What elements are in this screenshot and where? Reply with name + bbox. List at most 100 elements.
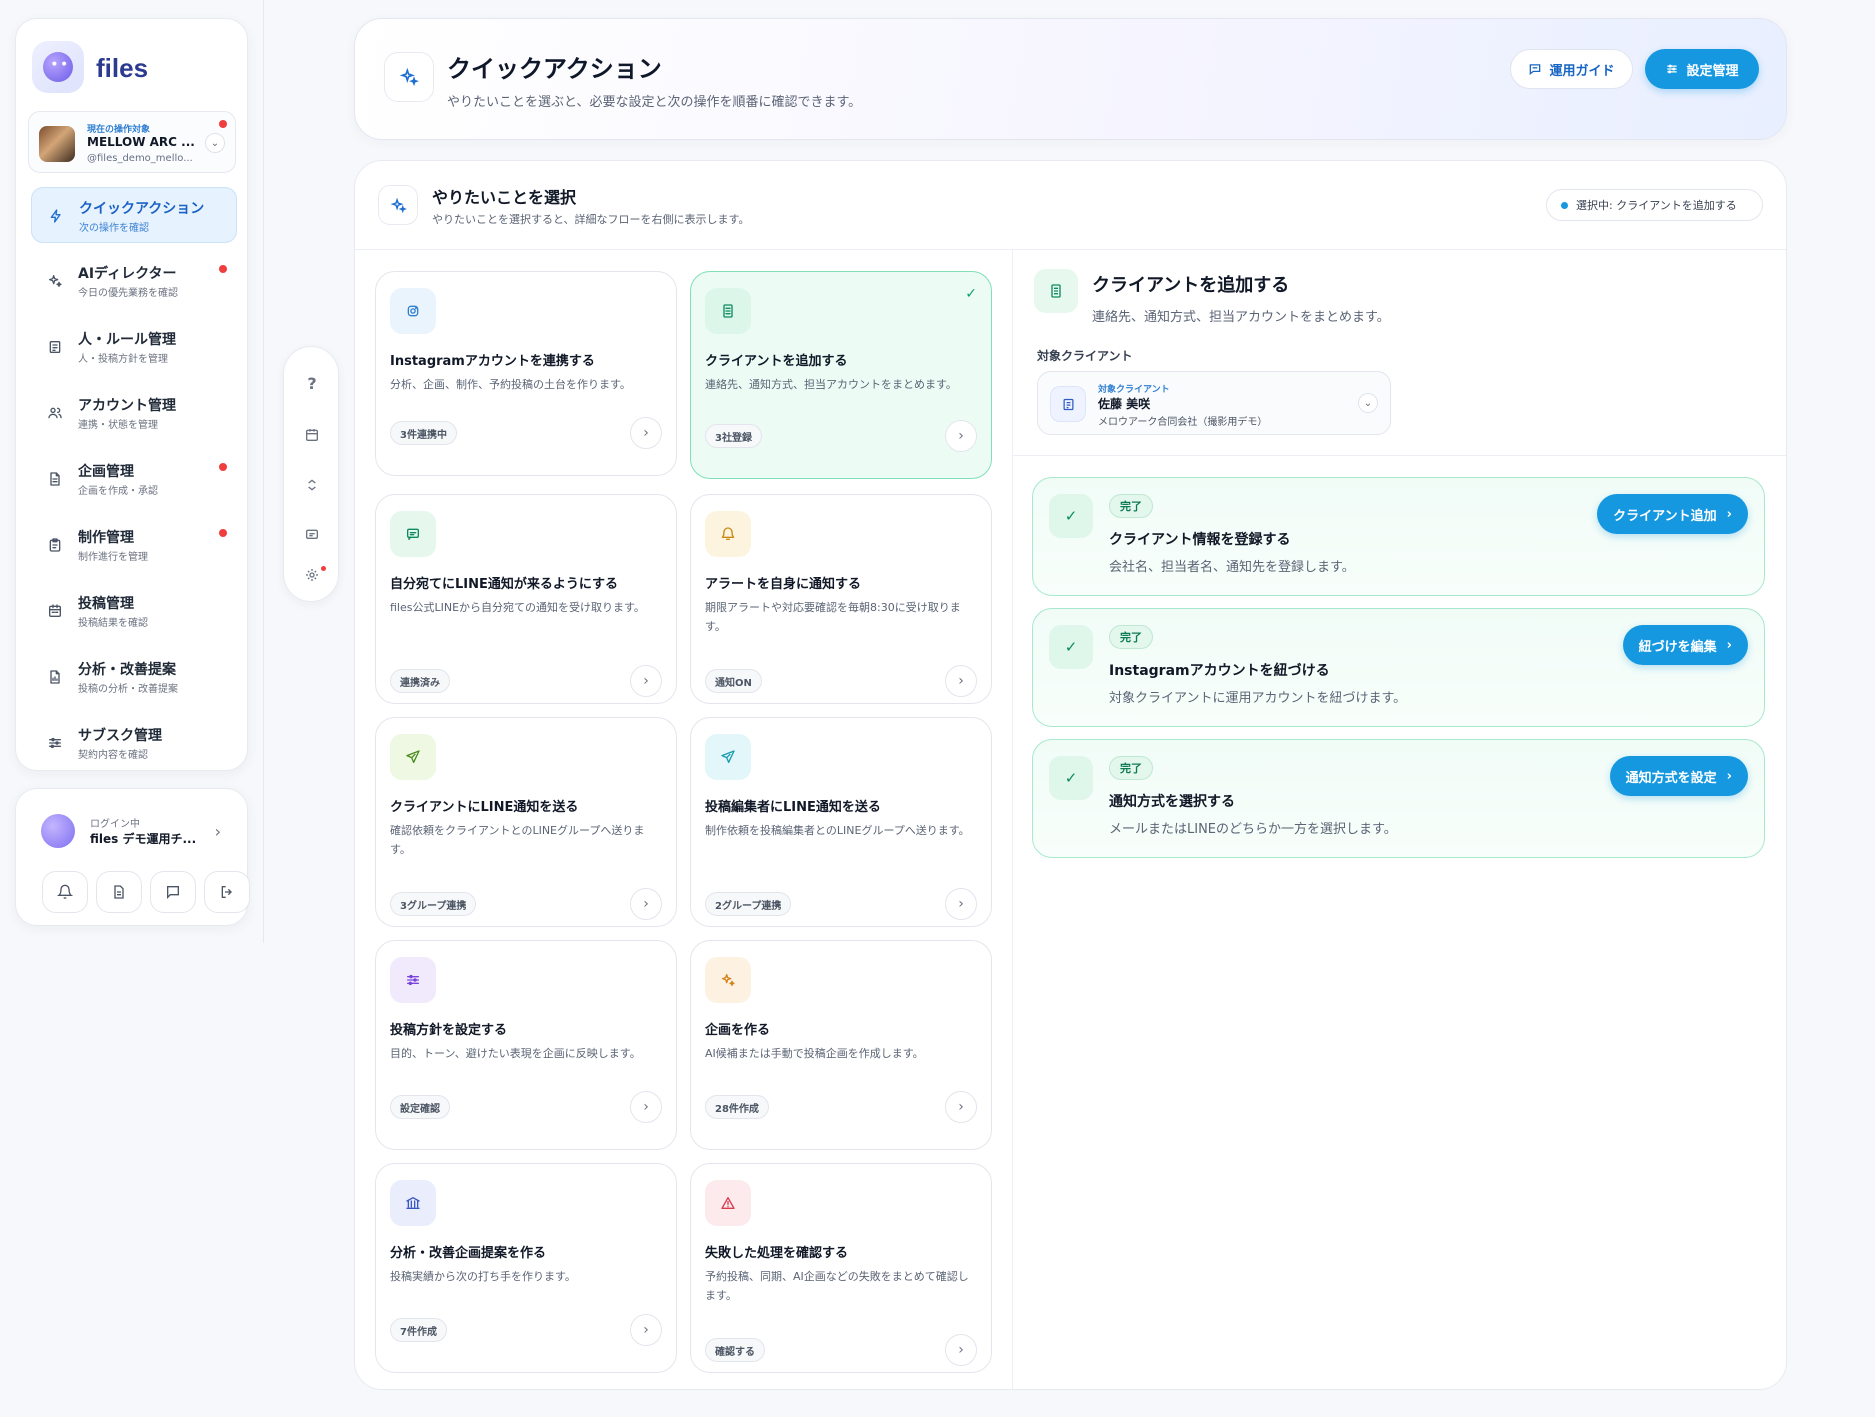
status-badge: 3グループ連携 [390,892,477,916]
chevron-right-icon[interactable]: › [630,665,662,697]
status-badge: 完了 [1109,494,1153,518]
target-client-select[interactable]: 対象クライアント 佐藤 美咲 メロウアーク合同会社（撮影用デモ） ⌄ [1037,371,1391,435]
sidebar-item-7[interactable]: 投稿管理 投稿結果を確認 [31,583,237,639]
sliders-icon [1667,64,1678,74]
sidebar-item-label: サブスク管理 [78,728,162,744]
action-card-title: 失敗した処理を確認する [705,1246,849,1261]
action-card[interactable]: 失敗した処理を確認する 予約投稿、同期、AI企画などの失敗をまとめて確認します。… [690,1163,992,1373]
action-card[interactable]: 投稿方針を設定する 目的、トーン、避けたい表現を企画に反映します。 設定確認 › [375,940,677,1150]
guide-button-label: 運用ガイド [1549,63,1615,79]
alert-dot [219,265,227,273]
chevron-right-icon[interactable]: › [945,420,977,452]
chat-button[interactable] [150,871,196,913]
action-card[interactable]: 分析・改善企画提案を作る 投稿実績から次の打ち手を作ります。 7件作成 › [375,1163,677,1373]
chevron-right-icon[interactable]: › [945,1334,977,1366]
chevron-down-icon[interactable]: ⌄ [205,133,225,153]
bank-icon [390,1180,436,1226]
report-icon [45,667,65,687]
step-action-button[interactable]: 紐づけを編集 › [1622,625,1748,665]
step-title: Instagramアカウントを紐づける [1109,663,1330,679]
chevron-right-icon[interactable]: › [630,888,662,920]
bell-icon [57,884,73,899]
check-icon: ✓ [965,286,977,302]
sidebar-divider [263,0,264,943]
settings-button-label: 設定管理 [1686,63,1739,79]
sidebar-item-label: AIディレクター [78,266,177,282]
client-handle: @files_demo_mello... [87,153,193,164]
status-badge: 完了 [1109,625,1153,649]
client-name: MELLOW ARC ... [87,135,195,149]
settings-button[interactable]: 設定管理 [1645,49,1759,89]
sidebar-item-3[interactable]: 人・ルール管理 人・投稿方針を管理 [31,319,237,375]
action-card-desc: 予約投稿、同期、AI企画などの失敗をまとめて確認します。 [705,1270,969,1302]
action-card-title: 分析・改善企画提案を作る [390,1246,547,1261]
status-badge: 設定確認 [390,1095,450,1119]
sidebar-item-label: クイックアクション [79,201,205,217]
action-card-title: アラートを自身に通知する [705,577,862,592]
user-avatar [41,814,75,848]
chevron-right-icon[interactable]: › [630,417,662,449]
action-card[interactable]: ✓ クライアントを追加する 連絡先、通知方式、担当アカウントをまとめます。 3社… [690,271,992,479]
guide-button[interactable]: 運用ガイド [1510,49,1633,89]
logout-icon [221,886,232,898]
sliders-icon [45,733,65,753]
message-icon[interactable] [300,523,324,547]
document-icon [114,885,124,899]
action-card-title: 企画を作る [705,1023,771,1038]
sidebar-item-1[interactable]: クイックアクション 次の操作を確認 [31,187,237,243]
sidebar-item-label: 制作管理 [78,530,134,546]
help-icon[interactable]: ? [300,371,324,395]
sidebar-item-sublabel: 次の操作を確認 [79,223,149,234]
action-card-title: 投稿編集者にLINE通知を送る [705,800,881,815]
divider [1013,455,1786,456]
action-card[interactable]: 投稿編集者にLINE通知を送る 制作依頼を投稿編集者とのLINEグループへ送りま… [690,717,992,927]
document-button[interactable] [96,871,142,913]
action-card-title: クライアントを追加する [705,354,848,369]
section-subtitle: やりたいことを選択すると、詳細なフローを右側に表示します。 [432,213,750,226]
notification-button[interactable] [42,871,88,913]
action-card[interactable]: クライアントにLINE通知を送る 確認依頼をクライアントとのLINEグループへ送… [375,717,677,927]
sidebar-item-sublabel: 企画を作成・承認 [78,486,158,497]
action-card[interactable]: アラートを自身に通知する 期限アラートや対応要確認を毎朝8:30に受け取ります。… [690,494,992,704]
sparkle-icon [705,957,751,1003]
action-card[interactable]: Instagramアカウントを連携する 分析、企画、制作、予約投稿の土台を作りま… [375,271,677,476]
sidebar-item-sublabel: 人・投稿方針を管理 [78,354,168,365]
target-client-company: メロウアーク合同会社（撮影用デモ） [1098,417,1268,428]
login-user-name[interactable]: files デモ運用チ... [90,830,196,847]
sidebar-item-8[interactable]: 分析・改善提案 投稿の分析・改善提案 [31,649,237,705]
chevron-right-icon[interactable]: › [630,1314,662,1346]
check-icon: ✓ [1049,625,1093,669]
chevron-down-icon[interactable]: ⌄ [1358,393,1378,413]
sidebar-item-9[interactable]: サブスク管理 契約内容を確認 [31,715,237,771]
sidebar-item-sublabel: 制作進行を管理 [78,552,148,563]
check-icon: ✓ [1049,494,1093,538]
action-card-desc: 制作依頼を投稿編集者とのLINEグループへ送ります。 [705,824,970,837]
building-icon [1034,269,1078,313]
chevron-right-icon[interactable]: › [630,1091,662,1123]
chevron-right-icon[interactable]: › [945,665,977,697]
step-action-button[interactable]: クライアント追加 › [1597,494,1748,534]
action-card-title: 自分宛てにLINE通知が来るようにする [390,577,619,592]
chevron-right-icon[interactable]: › [945,1091,977,1123]
step-action-button[interactable]: 通知方式を設定 › [1609,756,1748,796]
sidebar: files 現在の操作対象 MELLOW ARC ... @files_demo… [15,18,248,771]
collapse-icon[interactable] [300,473,324,497]
action-card[interactable]: 企画を作る AI候補または手動で投稿企画を作成します。 28件作成 › [690,940,992,1150]
file-icon [45,469,65,489]
action-card[interactable]: 自分宛てにLINE通知が来るようにする files公式LINEから自分宛ての通知… [375,494,677,704]
sidebar-item-2[interactable]: AIディレクター 今日の優先業務を確認 [31,253,237,309]
step-desc: 対象クライアントに運用アカウントを紐づけます。 [1109,691,1407,706]
chevron-right-icon[interactable]: › [215,822,221,841]
chat-icon [1530,64,1541,76]
main-panel: やりたいことを選択 やりたいことを選択すると、詳細なフローを右側に表示します。 … [354,160,1787,1390]
client-switcher[interactable]: 現在の操作対象 MELLOW ARC ... @files_demo_mello… [28,111,236,173]
status-badge: 28件作成 [705,1095,769,1119]
calendar-icon[interactable] [300,423,324,447]
logout-button[interactable] [204,871,250,913]
sidebar-item-5[interactable]: 企画管理 企画を作成・承認 [31,451,237,507]
chevron-right-icon[interactable]: › [945,888,977,920]
alert-dot [219,463,227,471]
sidebar-item-4[interactable]: アカウント管理 連携・状態を管理 [31,385,237,441]
alert-dot [219,529,227,537]
sidebar-item-6[interactable]: 制作管理 制作進行を管理 [31,517,237,573]
